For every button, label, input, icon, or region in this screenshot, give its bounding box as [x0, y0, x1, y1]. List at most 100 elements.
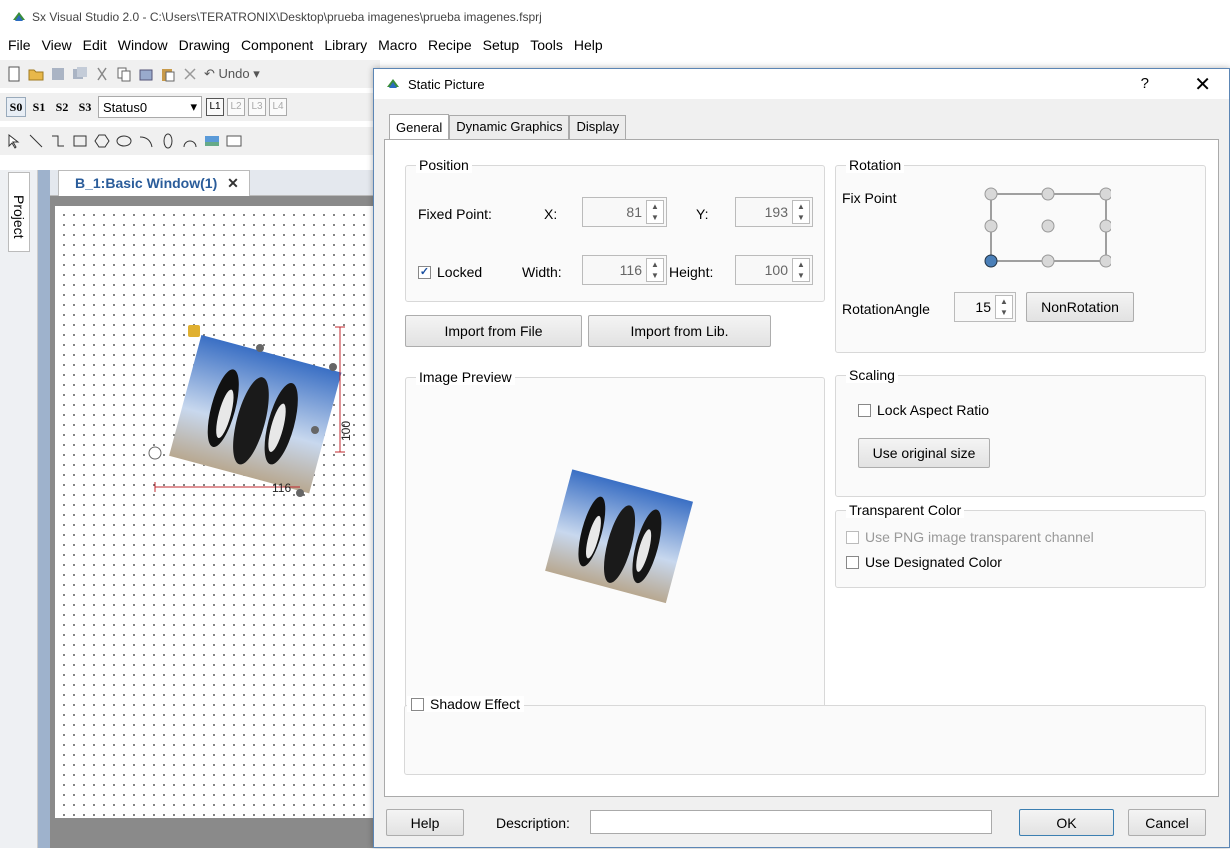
tab-dynamic-graphics[interactable]: Dynamic Graphics — [449, 115, 570, 140]
y-spin-arrows[interactable]: ▲ ▼ — [792, 200, 810, 224]
polyline-tool-icon[interactable] — [50, 133, 66, 149]
description-input[interactable] — [590, 810, 992, 834]
duplicate-icon[interactable] — [138, 66, 154, 82]
pointer-icon[interactable] — [6, 133, 22, 149]
menu-setup[interactable]: Setup — [483, 37, 520, 53]
x-spinbox[interactable]: 81 ▲ ▼ — [582, 197, 667, 227]
state-s1-button[interactable]: S1 — [29, 97, 49, 117]
status-select[interactable]: Status0 ▾ — [98, 96, 202, 118]
cut-icon[interactable] — [94, 66, 110, 82]
project-tab[interactable]: Project — [8, 172, 30, 252]
use-original-size-button[interactable]: Use original size — [858, 438, 990, 468]
paste-icon[interactable] — [160, 66, 176, 82]
canvas-static-picture[interactable]: 100 116 — [140, 315, 380, 500]
static-picture-dialog: Static Picture ? ✕ General Dynamic Graph… — [373, 68, 1230, 848]
undo-button[interactable]: ↶ Undo ▾ — [204, 66, 260, 82]
close-icon[interactable]: ✕ — [1194, 72, 1211, 97]
import-from-file-button[interactable]: Import from File — [405, 315, 582, 347]
project-tab-label: Project — [11, 195, 27, 239]
panel-splitter[interactable] — [38, 170, 50, 848]
y-label: Y: — [696, 206, 709, 222]
position-group: Position Fixed Point: X: 81 ▲ ▼ Y: 193 ▲ ▼ ✓… — [405, 157, 825, 302]
menu-tools[interactable]: Tools — [530, 37, 563, 53]
copy-icon[interactable] — [116, 66, 132, 82]
save-icon[interactable] — [50, 66, 66, 82]
ok-button[interactable]: OK — [1019, 809, 1114, 836]
dialog-button-bar: Help Description: OK Cancel — [374, 804, 1229, 849]
layer-l1-button[interactable]: L1 — [206, 98, 224, 116]
text-tool-icon[interactable] — [226, 133, 242, 149]
picture-tool-icon[interactable] — [204, 133, 220, 149]
rotation-angle-value: 15 — [975, 299, 991, 315]
lock-aspect-ratio-checkbox[interactable]: Lock Aspect Ratio — [858, 402, 989, 418]
new-file-icon[interactable] — [6, 66, 22, 82]
menu-drawing[interactable]: Drawing — [179, 37, 230, 53]
lock-icon — [188, 325, 200, 337]
rectangle-tool-icon[interactable] — [72, 133, 88, 149]
width-spin-arrows[interactable]: ▲ ▼ — [646, 258, 664, 282]
width-value: 116 — [619, 262, 642, 278]
tab-basic-window[interactable]: B_1:Basic Window(1) ✕ — [58, 170, 250, 196]
description-label: Description: — [496, 815, 570, 831]
menu-recipe[interactable]: Recipe — [428, 37, 472, 53]
line-tool-icon[interactable] — [28, 133, 44, 149]
menu-view[interactable]: View — [42, 37, 72, 53]
state-s3-button[interactable]: S3 — [75, 97, 95, 117]
status-select-value: Status0 — [103, 99, 148, 115]
cancel-button[interactable]: Cancel — [1128, 809, 1206, 836]
nonrotation-button[interactable]: NonRotation — [1026, 292, 1134, 322]
state-s0-button[interactable]: S0 — [6, 97, 26, 117]
menu-file[interactable]: File — [8, 37, 31, 53]
layer-l4-button[interactable]: L4 — [269, 98, 287, 116]
designated-color-checkbox[interactable]: Use Designated Color — [846, 554, 1002, 570]
menu-window[interactable]: Window — [118, 37, 168, 53]
help-button[interactable]: Help — [386, 809, 464, 836]
design-canvas[interactable] — [55, 206, 380, 818]
menu-macro[interactable]: Macro — [378, 37, 417, 53]
width-dimension-label: 116 — [272, 481, 291, 495]
x-spin-arrows[interactable]: ▲ ▼ — [646, 200, 664, 224]
curve-tool-icon[interactable] — [160, 133, 176, 149]
sector-tool-icon[interactable] — [182, 133, 198, 149]
arc-tool-icon[interactable] — [138, 133, 154, 149]
toolbar-standard: ↶ Undo ▾ — [0, 60, 380, 88]
close-tab-icon[interactable]: ✕ — [227, 175, 239, 191]
tab-display[interactable]: Display — [569, 115, 627, 140]
position-group-title: Position — [416, 157, 472, 173]
layer-l3-button[interactable]: L3 — [248, 98, 266, 116]
toolbar-drawing — [0, 127, 380, 155]
import-from-lib-button[interactable]: Import from Lib. — [588, 315, 771, 347]
width-spinbox[interactable]: 116 ▲ ▼ — [582, 255, 667, 285]
height-spin-arrows[interactable]: ▲ ▼ — [792, 258, 810, 282]
y-spinbox[interactable]: 193 ▲ ▼ — [735, 197, 813, 227]
menu-edit[interactable]: Edit — [83, 37, 107, 53]
height-spinbox[interactable]: 100 ▲ ▼ — [735, 255, 813, 285]
open-folder-icon[interactable] — [28, 66, 44, 82]
layer-l2-button[interactable]: L2 — [227, 98, 245, 116]
rotation-angle-spinbox[interactable]: 15 ▲ ▼ — [954, 292, 1016, 322]
shadow-effect-checkbox[interactable]: Shadow Effect — [407, 696, 525, 712]
fix-point-selector[interactable] — [981, 186, 1111, 268]
rotation-spin-arrows[interactable]: ▲ ▼ — [995, 295, 1013, 319]
delete-icon[interactable] — [182, 66, 198, 82]
save-all-icon[interactable] — [72, 66, 88, 82]
window-title: Sx Visual Studio 2.0 - C:\Users\TERATRON… — [32, 9, 542, 24]
png-transparent-checkbox[interactable]: Use PNG image transparent channel — [846, 529, 1094, 545]
locked-checkbox[interactable]: ✓ Locked — [418, 264, 482, 280]
menu-library[interactable]: Library — [324, 37, 367, 53]
y-value: 193 — [764, 204, 788, 220]
ellipse-tool-icon[interactable] — [116, 133, 132, 149]
rotation-angle-label: RotationAngle — [842, 301, 930, 317]
rotation-group: Rotation Fix Point RotationAngle 15 ▲ ▼ No… — [835, 157, 1206, 353]
png-transparent-label: Use PNG image transparent channel — [865, 529, 1094, 545]
dialog-title: Static Picture — [408, 76, 485, 92]
polygon-tool-icon[interactable] — [94, 133, 110, 149]
image-preview-title: Image Preview — [416, 369, 515, 385]
locked-check-icon: ✓ — [418, 265, 431, 279]
checkbox-disabled-icon — [846, 530, 859, 544]
state-s2-button[interactable]: S2 — [52, 97, 72, 117]
tab-general[interactable]: General — [389, 114, 450, 141]
menu-component[interactable]: Component — [241, 37, 313, 53]
menu-help[interactable]: Help — [574, 37, 603, 53]
help-icon[interactable]: ? — [1141, 75, 1149, 92]
